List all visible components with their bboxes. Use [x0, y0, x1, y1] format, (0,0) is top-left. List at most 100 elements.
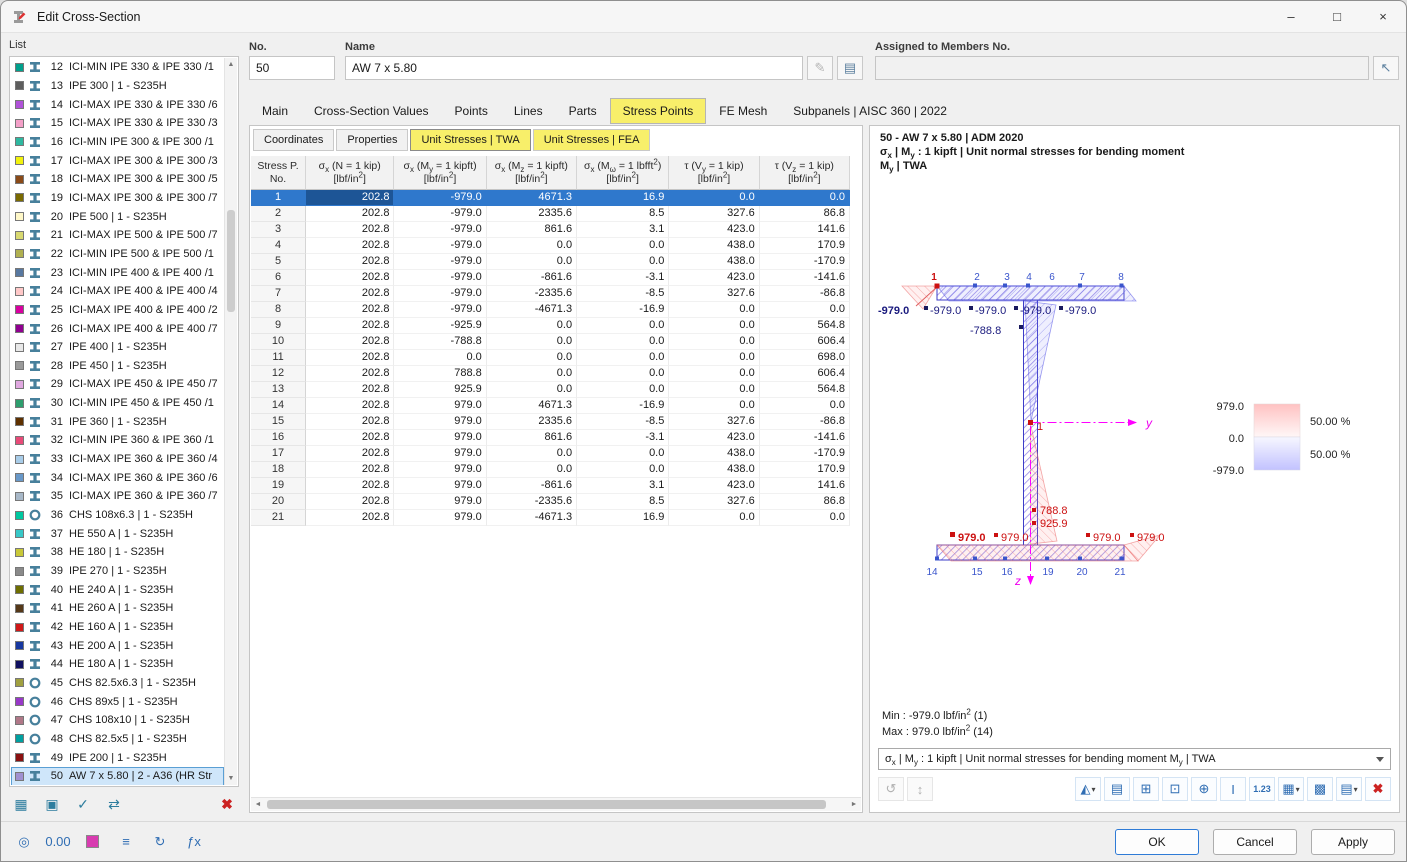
list-item[interactable]: 15 ICI-MAX IPE 330 & IPE 330 /3 — [11, 114, 224, 133]
column-header[interactable]: τ (Vz = 1 kip) [lbf/in2] — [759, 156, 850, 190]
table-cell[interactable]: 202.8 — [306, 286, 395, 302]
table-cell[interactable]: 0.0 — [577, 446, 670, 462]
table-cell[interactable]: 564.8 — [759, 382, 850, 398]
new-section-button[interactable]: ▦ — [9, 792, 33, 816]
table-row[interactable]: 15 202.8 979.0 2335.6 -8.5 327.6 -86.8 — [251, 414, 850, 430]
row-number-cell[interactable]: 7 — [251, 286, 307, 302]
maximize-button[interactable]: □ — [1314, 1, 1360, 33]
table-cell[interactable]: -16.9 — [577, 302, 670, 318]
table-cell[interactable]: -2335.6 — [486, 286, 578, 302]
show-values-button[interactable]: ⊞ — [1133, 777, 1159, 801]
table-cell[interactable]: -979.0 — [394, 190, 487, 206]
table-cell[interactable]: -979.0 — [394, 254, 487, 270]
list-item[interactable]: 36 CHS 108x6.3 | 1 - S235H — [11, 506, 224, 525]
list-item[interactable]: 27 IPE 400 | 1 - S235H — [11, 338, 224, 357]
table-cell[interactable]: 2335.6 — [486, 206, 578, 222]
row-number-cell[interactable]: 3 — [251, 222, 307, 238]
table-cell[interactable]: 0.0 — [394, 350, 487, 366]
row-number-cell[interactable]: 19 — [251, 478, 307, 494]
table-row[interactable]: 1 202.8 -979.0 4671.3 16.9 0.0 0.0 — [251, 190, 850, 206]
colors-button[interactable] — [79, 830, 105, 854]
display-list-button[interactable]: ≡ — [113, 830, 139, 854]
table-cell[interactable]: -979.0 — [394, 238, 487, 254]
catalog-button[interactable]: ▤ — [837, 56, 863, 80]
refresh-button[interactable]: ↻ — [147, 830, 173, 854]
table-cell[interactable]: 202.8 — [306, 494, 395, 510]
table-cell[interactable]: 423.0 — [669, 222, 760, 238]
table-cell[interactable]: -86.8 — [759, 414, 850, 430]
table-cell[interactable]: 0.0 — [669, 398, 760, 414]
table-cell[interactable]: -141.6 — [759, 430, 850, 446]
show-section-button[interactable]: I — [1220, 777, 1246, 801]
table-cell[interactable]: 327.6 — [669, 494, 760, 510]
list-item[interactable]: 35 ICI-MAX IPE 360 & IPE 360 /7 — [11, 487, 224, 506]
list-item[interactable]: 28 IPE 450 | 1 - S235H — [11, 357, 224, 376]
scroll-left-icon[interactable]: ◄ — [251, 798, 265, 812]
table-cell[interactable]: 979.0 — [394, 446, 487, 462]
table-cell[interactable]: -86.8 — [759, 286, 850, 302]
list-item[interactable]: 38 HE 180 | 1 - S235H — [11, 543, 224, 562]
decimal-places-button[interactable]: 1.23 — [1249, 777, 1275, 801]
table-cell[interactable]: 0.0 — [486, 318, 578, 334]
table-cell[interactable]: 202.8 — [306, 382, 395, 398]
table-cell[interactable]: 141.6 — [759, 478, 850, 494]
list-item[interactable]: 29 ICI-MAX IPE 450 & IPE 450 /7 — [11, 375, 224, 394]
list-item[interactable]: 22 ICI-MIN IPE 500 & IPE 500 /1 — [11, 245, 224, 264]
list-item[interactable]: 25 ICI-MAX IPE 400 & IPE 400 /2 — [11, 301, 224, 320]
list-item[interactable]: 17 ICI-MAX IPE 300 & IPE 300 /3 — [11, 151, 224, 170]
table-cell[interactable]: 0.0 — [577, 350, 670, 366]
table-cell[interactable]: 0.0 — [669, 302, 760, 318]
table-cell[interactable]: 327.6 — [669, 206, 760, 222]
table-row[interactable]: 14 202.8 979.0 4671.3 -16.9 0.0 0.0 — [251, 398, 850, 414]
table-row[interactable]: 5 202.8 -979.0 0.0 0.0 438.0 -170.9 — [251, 254, 850, 270]
row-number-cell[interactable]: 11 — [251, 350, 307, 366]
table-cell[interactable]: -16.9 — [577, 398, 670, 414]
list-item[interactable]: 46 CHS 89x5 | 1 - S235H — [11, 692, 224, 711]
table-cell[interactable]: 0.0 — [486, 334, 578, 350]
sync-view-button[interactable]: ↺ — [878, 777, 904, 801]
table-cell[interactable]: 0.0 — [577, 238, 670, 254]
print-preview-button[interactable]: ◎ — [11, 830, 37, 854]
cross-section-view[interactable]: y z -979.0 -979.0 -979.0 -979.0 -979.0 -… — [870, 164, 1399, 634]
table-cell[interactable]: 202.8 — [306, 334, 395, 350]
table-cell[interactable]: 0.0 — [486, 382, 578, 398]
number-input[interactable]: 50 — [249, 56, 335, 80]
table-cell[interactable]: 606.4 — [759, 334, 850, 350]
tab-main[interactable]: Main — [249, 98, 301, 124]
row-number-cell[interactable]: 18 — [251, 462, 307, 478]
list-item[interactable]: 48 CHS 82.5x5 | 1 - S235H — [11, 730, 224, 749]
table-cell[interactable]: 861.6 — [486, 430, 578, 446]
column-header[interactable]: σx (My = 1 kipft) [lbf/in2] — [394, 156, 487, 190]
result-type-button[interactable]: ◭ ▾ — [1075, 777, 1101, 801]
row-number-cell[interactable]: 1 — [251, 190, 307, 206]
scroll-right-icon[interactable]: ► — [847, 798, 861, 812]
table-cell[interactable]: 0.0 — [669, 350, 760, 366]
list-item[interactable]: 44 HE 180 A | 1 - S235H — [11, 655, 224, 674]
table-cell[interactable]: 3.1 — [577, 478, 670, 494]
scroll-down-icon[interactable]: ▼ — [225, 772, 237, 785]
table-cell[interactable]: -979.0 — [394, 302, 487, 318]
table-cell[interactable]: 170.9 — [759, 238, 850, 254]
print-button[interactable]: ▤ ▾ — [1336, 777, 1362, 801]
table-view-button[interactable]: ▦ ▾ — [1278, 777, 1304, 801]
row-number-cell[interactable]: 5 — [251, 254, 307, 270]
list-item[interactable]: 16 ICI-MIN IPE 300 & IPE 300 /1 — [11, 133, 224, 152]
table-cell[interactable]: 0.0 — [669, 318, 760, 334]
list-item[interactable]: 45 CHS 82.5x6.3 | 1 - S235H — [11, 674, 224, 693]
list-item[interactable]: 23 ICI-MIN IPE 400 & IPE 400 /1 — [11, 263, 224, 282]
table-cell[interactable]: 202.8 — [306, 254, 395, 270]
table-cell[interactable]: 0.0 — [669, 382, 760, 398]
close-button[interactable]: × — [1360, 1, 1406, 33]
grid-button[interactable]: ▩ — [1307, 777, 1333, 801]
table-cell[interactable]: -2335.6 — [486, 494, 578, 510]
table-cell[interactable]: 202.8 — [306, 238, 395, 254]
table-cell[interactable]: 0.0 — [759, 190, 850, 206]
column-header[interactable]: σx (Mω = 1 lbfft2) [lbf/in2] — [577, 156, 670, 190]
tab-lines[interactable]: Lines — [501, 98, 556, 124]
row-number-cell[interactable]: 10 — [251, 334, 307, 350]
table-cell[interactable]: 2335.6 — [486, 414, 578, 430]
ok-button[interactable]: OK — [1115, 828, 1199, 855]
table-cell[interactable]: 202.8 — [306, 350, 395, 366]
table-row[interactable]: 10 202.8 -788.8 0.0 0.0 0.0 606.4 — [251, 334, 850, 350]
list-item[interactable]: 41 HE 260 A | 1 - S235H — [11, 599, 224, 618]
